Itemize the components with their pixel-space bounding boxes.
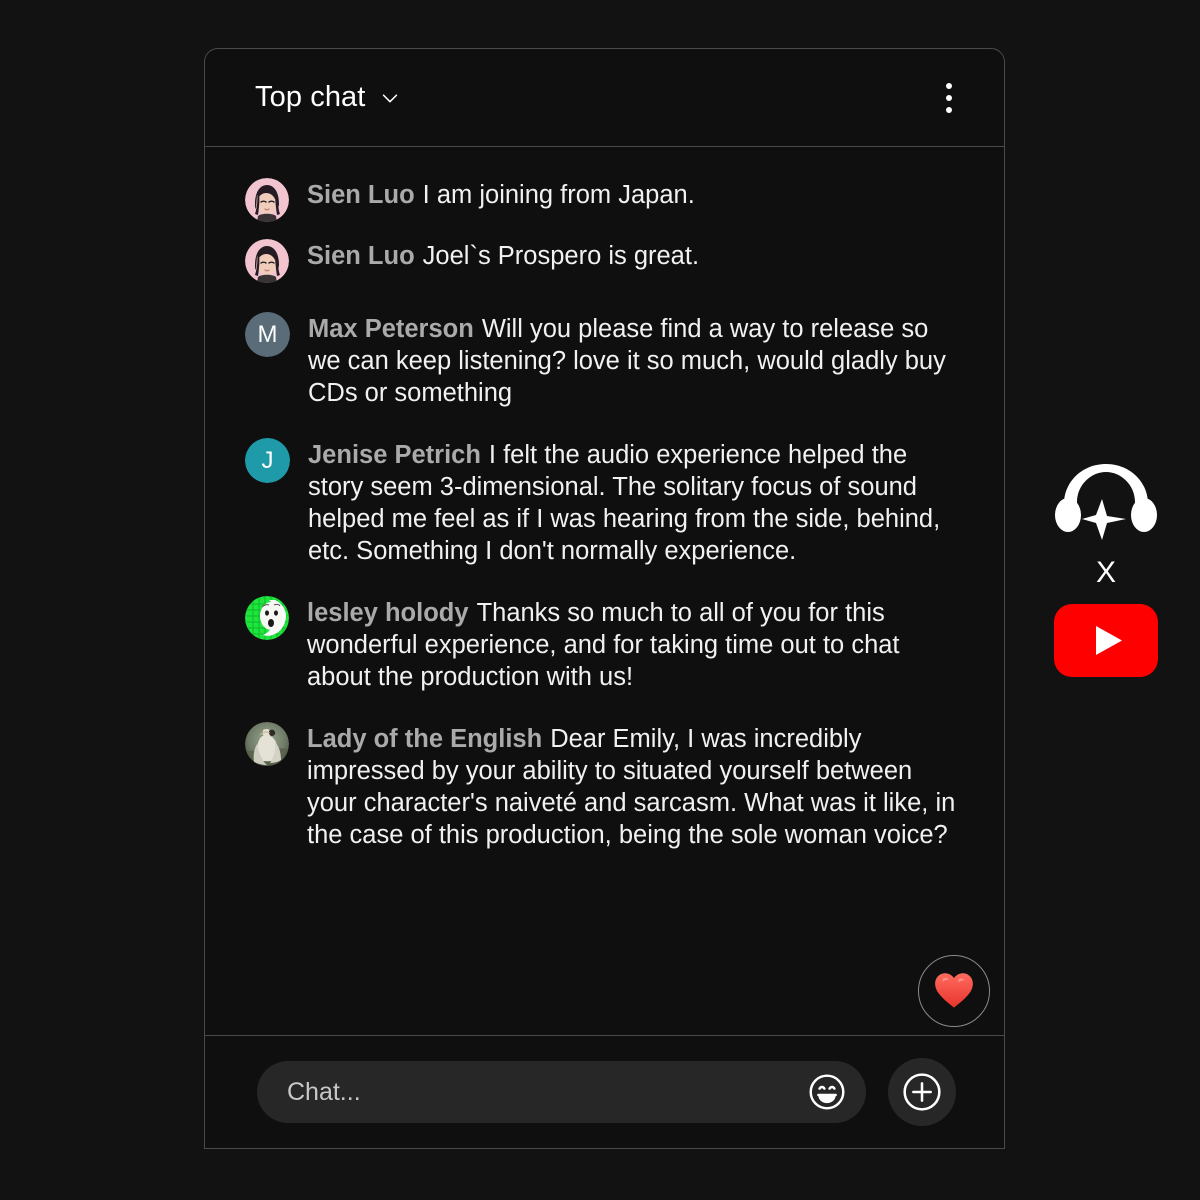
plus-circle-icon[interactable]	[888, 1058, 956, 1126]
top-chat-selector[interactable]: Top chat	[255, 81, 401, 114]
message-author[interactable]: lesley holody	[307, 599, 469, 627]
avatar[interactable]	[245, 596, 289, 640]
message-body: Lady of the English Dear Emily, I was inc…	[307, 722, 964, 851]
avatar[interactable]	[245, 722, 289, 766]
message-body: Sien Luo I am joining from Japan.	[307, 178, 964, 211]
chat-message[interactable]: Sien Luo Joel`s Prospero is great.	[245, 236, 964, 286]
chevron-down-icon	[379, 87, 401, 109]
painting-woman-avatar-icon	[245, 722, 289, 766]
chat-mode-label: Top chat	[255, 81, 366, 113]
anime-girl-avatar-icon	[245, 178, 289, 222]
menu-dot	[946, 94, 952, 101]
more-vertical-icon[interactable]	[938, 75, 960, 121]
branding-rail: X	[1032, 462, 1180, 677]
headphones-logo-icon	[1055, 464, 1157, 540]
youtube-play-logo-icon	[1054, 604, 1158, 677]
menu-dot	[946, 82, 952, 89]
chat-message[interactable]: Lady of the English Dear Emily, I was inc…	[245, 719, 964, 854]
message-text: Joel`s Prospero is great.	[422, 242, 700, 270]
heart-icon	[935, 973, 973, 1008]
message-body: Sien Luo Joel`s Prospero is great.	[307, 239, 964, 272]
avatar[interactable]: J	[245, 438, 290, 483]
chat-message[interactable]: J Jenise Petrich I felt the audio experie…	[245, 435, 964, 570]
chat-message[interactable]: M Max Peterson Will you please find a way…	[245, 309, 964, 412]
avatar-initial: M	[245, 312, 290, 357]
chat-input-container[interactable]	[257, 1061, 866, 1123]
chat-message-list[interactable]: Sien Luo I am joining from Japan. Sien L…	[205, 147, 1004, 1035]
avatar-initial: J	[245, 438, 290, 483]
message-body: Jenise Petrich I felt the audio experienc…	[308, 438, 964, 567]
avatar[interactable]	[245, 178, 289, 222]
message-author[interactable]: Sien Luo	[307, 181, 415, 209]
message-body: Max Peterson Will you please find a way t…	[308, 312, 964, 409]
menu-dot	[946, 106, 952, 113]
message-body: lesley holody Thanks so much to all of yo…	[307, 596, 964, 693]
anime-girl-avatar-icon	[245, 239, 289, 283]
message-author[interactable]: Jenise Petrich	[308, 441, 481, 469]
avatar[interactable]	[245, 239, 289, 283]
chat-message[interactable]: lesley holody Thanks so much to all of yo…	[245, 593, 964, 696]
chat-header: Top chat	[205, 49, 1004, 147]
live-chat-panel: Top chat Sien Luo I am joining from Japa…	[204, 48, 1005, 1149]
collab-separator-label: X	[1095, 556, 1116, 589]
message-author[interactable]: Lady of the English	[307, 725, 542, 753]
message-author[interactable]: Max Peterson	[308, 315, 474, 343]
chat-composer	[205, 1035, 1004, 1148]
green-cartoon-face-avatar-icon	[245, 596, 289, 640]
avatar[interactable]: M	[245, 312, 290, 357]
chat-message[interactable]: Sien Luo I am joining from Japan.	[245, 175, 964, 225]
heart-reaction-button[interactable]	[918, 955, 990, 1027]
chat-input[interactable]	[287, 1077, 806, 1107]
message-author[interactable]: Sien Luo	[307, 242, 415, 270]
message-text: I am joining from Japan.	[422, 181, 695, 209]
smiley-face-icon[interactable]	[806, 1071, 848, 1113]
